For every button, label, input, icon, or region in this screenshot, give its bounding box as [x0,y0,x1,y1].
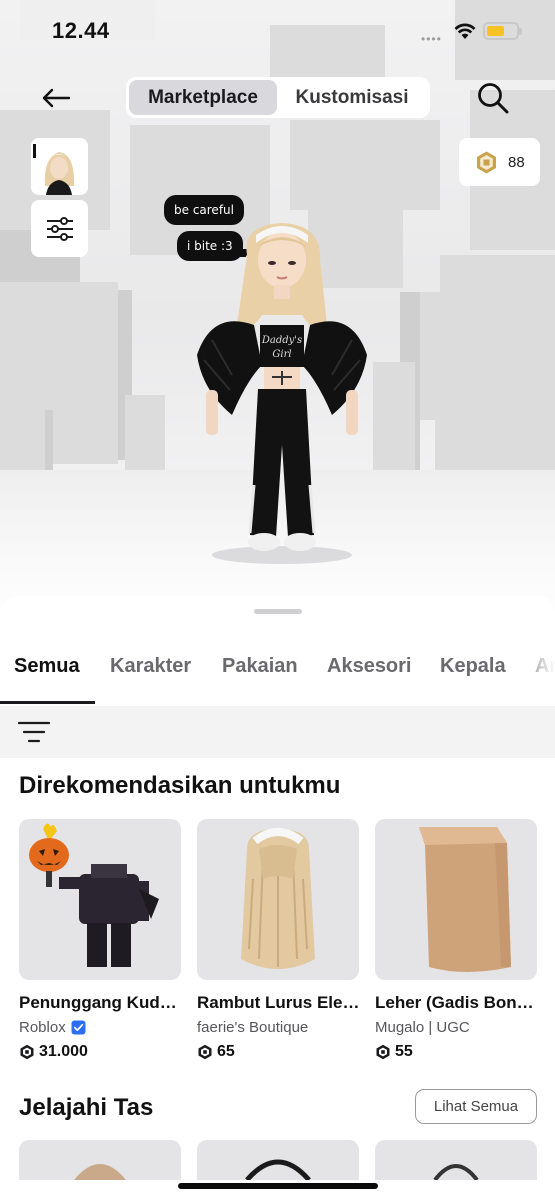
search-button[interactable] [472,78,514,118]
robux-balance[interactable]: 88 [459,138,540,186]
avatar-character[interactable]: Daddy's Girl [192,215,372,575]
svg-text:Daddy's: Daddy's [261,335,302,346]
item-card[interactable]: Leher (Gadis Bon… Mugalo | UGC 55 [375,819,537,1061]
item-thumbnail [19,819,181,980]
adjust-sliders-button[interactable] [31,200,88,257]
status-time: 12.44 [52,18,110,43]
robux-amount: 88 [508,153,525,171]
headless-rider-image [29,823,159,967]
tab-marketplace[interactable]: Marketplace [129,80,277,115]
bag-thumbnail [245,1159,311,1180]
item-thumbnail [375,819,537,980]
arrow-left-icon [42,88,71,108]
item-thumbnail [197,819,359,980]
item-name: Rambut Lurus Ele… [197,993,359,1012]
avatar-scene[interactable]: 12.44 •••• Marketplace Kustomisasi 88 be… [0,0,555,625]
tab-aksesori[interactable]: Aksesori [327,655,412,678]
sort-filter-icon[interactable] [18,720,50,744]
avatar-headshot-icon [31,138,88,195]
active-tab-indicator [0,701,95,704]
tabs-fade [515,634,555,706]
tab-kustomisasi[interactable]: Kustomisasi [277,80,427,115]
back-button[interactable] [34,78,78,118]
creator-name: Mugalo | UGC [375,1019,470,1036]
robux-icon [20,1044,34,1060]
mode-switcher: Marketplace Kustomisasi [126,77,430,118]
avatar-thumbnail-button[interactable] [31,138,88,195]
bags-section-title: Jelajahi Tas [19,1094,154,1121]
bag-card-peek[interactable] [19,1140,181,1180]
creator-name: faerie's Boutique [197,1019,309,1036]
price-value: 65 [217,1043,235,1060]
verified-badge-icon [71,1020,86,1035]
neck-image [419,827,511,972]
sheet-drag-handle[interactable] [254,609,302,614]
item-creator: faerie's Boutique [197,1019,359,1036]
price-value: 31.000 [39,1043,88,1060]
item-creator: Roblox [19,1019,181,1036]
sliders-icon [46,216,73,241]
bag-thumbnail [433,1164,479,1180]
robux-icon [477,151,496,173]
item-price: 65 [197,1043,359,1061]
cell-signal-icon: •••• [421,32,442,46]
robux-icon [198,1044,212,1060]
tab-kepala[interactable]: Kepala [440,655,506,678]
robux-icon [376,1044,390,1060]
straight-hair-image [241,828,315,969]
home-indicator[interactable] [178,1183,378,1189]
search-icon [478,83,509,114]
bag-thumbnail [74,1164,126,1180]
price-value: 55 [395,1043,413,1060]
creator-name: Roblox [19,1019,66,1036]
scene-block [440,255,555,295]
marketplace-sheet: Semua Karakter Pakaian Aksesori Kepala A… [0,596,555,1200]
tab-pakaian[interactable]: Pakaian [222,655,298,678]
battery-icon [483,22,522,40]
item-card[interactable]: Penunggang Kud… Roblox 31.000 [19,819,181,1061]
filter-bar [0,706,555,758]
item-creator: Mugalo | UGC [375,1019,537,1036]
item-name: Leher (Gadis Bon… [375,993,534,1012]
item-price: 55 [375,1043,537,1061]
item-card[interactable]: Rambut Lurus Ele… faerie's Boutique 65 [197,819,359,1061]
scene-block [290,120,440,210]
see-all-button[interactable]: Lihat Semua [415,1089,537,1124]
svg-text:Girl: Girl [272,349,291,360]
item-price: 31.000 [19,1043,181,1061]
scene-block [420,292,555,420]
wifi-icon [454,22,476,45]
recommended-title: Direkomendasikan untukmu [19,772,341,799]
status-bar: 12.44 •••• [0,0,555,60]
tab-semua[interactable]: Semua [14,655,80,678]
item-name: Penunggang Kud… [19,993,177,1012]
bag-card-peek[interactable] [197,1140,359,1180]
category-tabs: Semua Karakter Pakaian Aksesori Kepala A… [0,634,555,706]
bag-card-peek[interactable] [375,1140,537,1180]
tab-karakter[interactable]: Karakter [110,655,191,678]
